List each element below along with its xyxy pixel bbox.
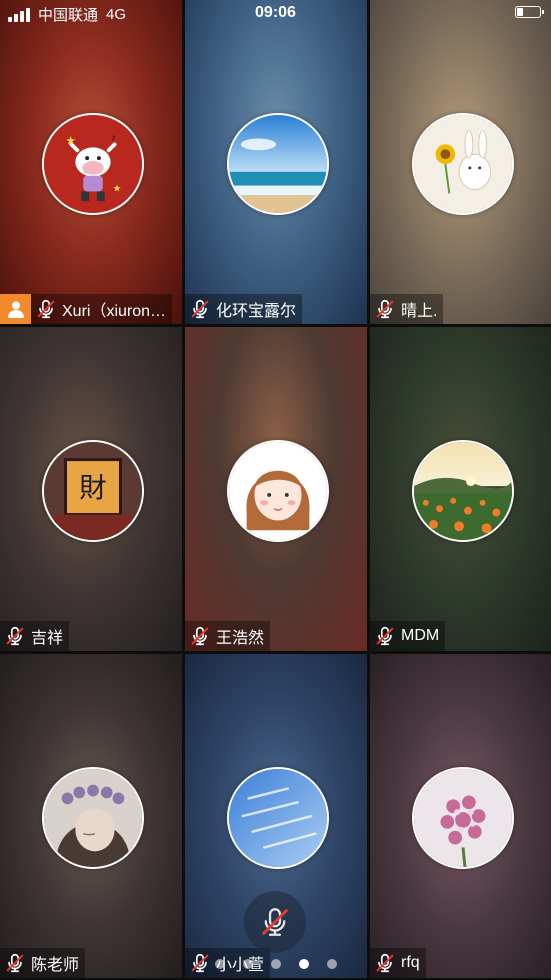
participant-name: 化环宝露尔 bbox=[216, 303, 297, 320]
battery-icon bbox=[515, 6, 544, 18]
status-time: 09:06 bbox=[255, 4, 296, 21]
host-person-icon bbox=[7, 301, 24, 318]
cartoon-girl-avatar bbox=[227, 440, 329, 542]
participant-name-tag: 化环宝露尔 bbox=[185, 294, 303, 324]
svg-text:財: 財 bbox=[79, 473, 106, 504]
svg-text:★: ★ bbox=[113, 183, 122, 194]
participant-tile-3[interactable]: 晴上. bbox=[370, 0, 551, 324]
participant-name-tag: MDM bbox=[370, 621, 446, 651]
beach-photo-avatar bbox=[227, 113, 329, 215]
participant-tile-2[interactable]: 化环宝露尔 bbox=[185, 0, 367, 324]
participant-name: Xuri（xiuron… bbox=[62, 303, 167, 320]
participant-name: 吉祥 bbox=[31, 630, 64, 647]
participant-name-tag: 王浩然 bbox=[185, 621, 271, 651]
page-dot-1[interactable] bbox=[214, 959, 225, 969]
page-dot-4[interactable] bbox=[298, 959, 309, 969]
participant-tile-4[interactable]: 財 吉祥 bbox=[0, 327, 182, 651]
muted-mic-icon bbox=[376, 299, 394, 319]
battery-level bbox=[517, 8, 523, 16]
page-dot-5[interactable] bbox=[326, 959, 337, 969]
muted-mic-icon bbox=[376, 626, 394, 646]
cartoon-cow-avatar: ★ ★ ♪ bbox=[42, 113, 144, 215]
page-dot-3[interactable] bbox=[270, 959, 281, 969]
page-dot-2[interactable] bbox=[242, 959, 253, 969]
svg-text:★: ★ bbox=[66, 134, 77, 147]
video-grid: ★ ★ ♪ Xuri（xiuron… 化环宝露尔 晴上. 財 吉祥 王浩然 MD… bbox=[0, 0, 551, 980]
mute-toggle-button[interactable] bbox=[244, 891, 306, 953]
lilac-flowers-avatar bbox=[412, 767, 514, 869]
flower-field-avatar bbox=[412, 440, 514, 542]
participant-tile-7[interactable]: 陈老师 bbox=[0, 654, 182, 978]
bunny-sunflower-avatar bbox=[412, 113, 514, 215]
muted-mic-icon bbox=[6, 626, 24, 646]
woman-flower-crown-avatar bbox=[42, 767, 144, 869]
participant-name-tag: Xuri（xiuron… bbox=[31, 294, 173, 324]
status-bar: 中国联通 4G 09:06 bbox=[0, 0, 551, 26]
host-badge bbox=[0, 294, 31, 324]
participant-name: 晴上. bbox=[401, 303, 438, 320]
participant-tile-9[interactable]: rfq bbox=[370, 654, 551, 978]
participant-name-tag: 吉祥 bbox=[0, 621, 70, 651]
page-indicator bbox=[0, 959, 551, 969]
blue-sky-avatar bbox=[227, 767, 329, 869]
participant-tile-5[interactable]: 王浩然 bbox=[185, 327, 367, 651]
muted-microphone-icon bbox=[262, 908, 288, 936]
participant-name-tag: 晴上. bbox=[370, 294, 444, 324]
participant-tile-1[interactable]: ★ ★ ♪ Xuri（xiuron… bbox=[0, 0, 182, 324]
svg-text:♪: ♪ bbox=[111, 132, 116, 143]
calligraphy-sign-avatar: 財 bbox=[42, 440, 144, 542]
participant-tile-6[interactable]: MDM bbox=[370, 327, 551, 651]
muted-mic-icon bbox=[191, 299, 209, 319]
participant-name: 王浩然 bbox=[216, 630, 265, 647]
participant-name: MDM bbox=[401, 627, 440, 644]
muted-mic-icon bbox=[37, 299, 55, 319]
muted-mic-icon bbox=[191, 626, 209, 646]
